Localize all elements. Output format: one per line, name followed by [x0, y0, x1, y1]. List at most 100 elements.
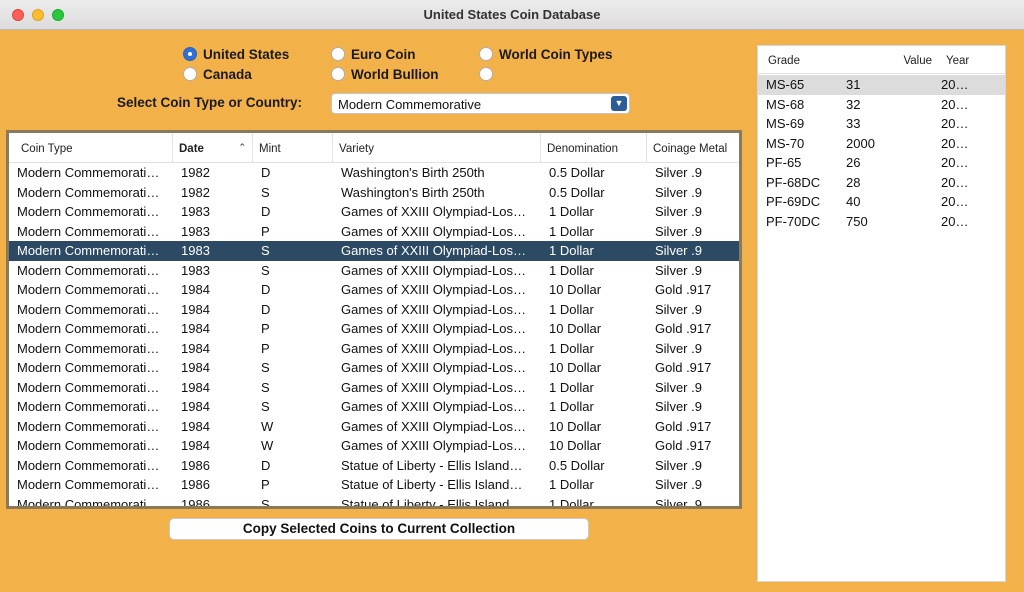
- cell-variety: Washington's Birth 250th: [341, 184, 485, 200]
- table-row[interactable]: Modern Commemorati… 1982 D Washington's Bir…: [9, 163, 739, 183]
- cell-date: 1984: [181, 438, 210, 453]
- cell-variety: Games of XXIII Olympiad-Los…: [341, 418, 526, 434]
- sort-ascending-icon: ⌃: [238, 142, 246, 152]
- cell-date: 1984: [181, 301, 210, 317]
- cell-coin-type: Modern Commemorati…: [17, 262, 160, 278]
- cell-grade: MS-70: [766, 135, 805, 151]
- table-row[interactable]: Modern Commemorati… 1984 S Games of XXIII O…: [9, 397, 739, 417]
- radio-icon: [183, 67, 197, 81]
- grade-row[interactable]: PF-70DC 750 20…: [758, 212, 1005, 232]
- table-row[interactable]: Modern Commemorati… 1983 D Games of XXIII O…: [9, 202, 739, 222]
- radio-canada[interactable]: Canada: [183, 65, 252, 83]
- cell-variety: Washington's Birth 250th: [341, 165, 485, 180]
- cell-date: 1986: [181, 457, 210, 473]
- table-row[interactable]: Modern Commemorati… 1984 D Games of XXIII O…: [9, 300, 739, 320]
- cell-year: 20…: [941, 174, 969, 190]
- table-row[interactable]: Modern Commemorati… 1983 S Games of XXIII O…: [9, 241, 739, 261]
- cell-mint: S: [261, 379, 270, 395]
- column-header-denomination[interactable]: Denomination: [541, 133, 647, 163]
- cell-coinage-metal: Gold .917: [655, 321, 712, 336]
- table-row[interactable]: Modern Commemorati… 1986 P Statue of Libert…: [9, 475, 739, 495]
- table-row[interactable]: Modern Commemorati… 1984 P Games of XXIII O…: [9, 319, 739, 339]
- cell-coinage-metal: Silver .9: [655, 477, 702, 492]
- cell-mint: W: [261, 438, 274, 453]
- cell-mint: D: [261, 301, 271, 317]
- cell-date: 1984: [181, 418, 210, 434]
- table-row[interactable]: Modern Commemorati… 1986 S Statue of Libert…: [9, 495, 739, 509]
- cell-coin-type: Modern Commemorati…: [17, 223, 160, 239]
- radio-label: Canada: [203, 66, 252, 82]
- cell-grade: MS-69: [766, 116, 805, 131]
- grades-table: Grade Value Year MS-65 31 20… MS-68 32 20… MS-…: [757, 45, 1006, 582]
- cell-coin-type: Modern Commemorati…: [17, 360, 160, 375]
- column-header-value[interactable]: Value: [902, 46, 932, 74]
- grade-row[interactable]: PF-65 26 20…: [758, 153, 1005, 173]
- column-header-date[interactable]: Date ⌃: [173, 133, 253, 163]
- cell-grade: PF-65: [766, 155, 802, 170]
- cell-denomination: 1 Dollar: [549, 243, 594, 258]
- radio-unlabeled[interactable]: [479, 65, 499, 83]
- cell-mint: D: [261, 165, 271, 180]
- cell-date: 1983: [181, 223, 210, 239]
- column-header-mint[interactable]: Mint: [253, 133, 333, 163]
- cell-denomination: 0.5 Dollar: [549, 165, 605, 180]
- cell-mint: D: [261, 282, 271, 297]
- grade-row[interactable]: PF-68DC 28 20…: [758, 173, 1005, 193]
- column-header-coinage-metal[interactable]: Coinage Metal: [647, 133, 739, 163]
- cell-mint: S: [261, 496, 270, 509]
- table-row[interactable]: Modern Commemorati… 1984 W Games of XXIII O…: [9, 417, 739, 437]
- table-row[interactable]: Modern Commemorati… 1983 S Games of XXIII O…: [9, 261, 739, 281]
- cell-coinage-metal: Silver .9: [655, 379, 702, 395]
- cell-coin-type: Modern Commemorati…: [17, 496, 160, 509]
- grade-row[interactable]: MS-68 32 20…: [758, 95, 1005, 115]
- table-row[interactable]: Modern Commemorati… 1984 D Games of XXIII O…: [9, 280, 739, 300]
- cell-coin-type: Modern Commemorati…: [17, 457, 160, 473]
- cell-variety: Games of XXIII Olympiad-Los…: [341, 223, 526, 239]
- cell-variety: Games of XXIII Olympiad-Los…: [341, 379, 526, 395]
- coin-type-select[interactable]: Modern Commemorative ▼: [331, 93, 630, 114]
- column-header-variety[interactable]: Variety: [333, 133, 541, 163]
- radio-label: World Coin Types: [499, 46, 613, 62]
- grade-row[interactable]: MS-70 2000 20…: [758, 134, 1005, 154]
- grade-row[interactable]: MS-65 31 20…: [758, 75, 1005, 95]
- cell-value: 750: [846, 213, 868, 229]
- cell-denomination: 10 Dollar: [549, 282, 602, 297]
- cell-grade: MS-65: [766, 77, 805, 92]
- radio-label: United States: [203, 46, 290, 62]
- table-row[interactable]: Modern Commemorati… 1986 D Statue of Libert…: [9, 456, 739, 476]
- cell-coin-type: Modern Commemorati…: [17, 165, 160, 180]
- cell-value: 28: [846, 174, 861, 190]
- cell-denomination: 1 Dollar: [549, 204, 594, 219]
- cell-coinage-metal: Silver .9: [655, 399, 702, 414]
- chevron-down-icon[interactable]: ▼: [611, 96, 627, 111]
- cell-denomination: 10 Dollar: [549, 438, 602, 453]
- radio-euro-coin[interactable]: Euro Coin: [331, 45, 416, 63]
- radio-selected-icon: [183, 47, 197, 61]
- cell-mint: S: [261, 262, 270, 278]
- table-row[interactable]: Modern Commemorati… 1982 S Washington's Bir…: [9, 183, 739, 203]
- column-header-year[interactable]: Year: [946, 46, 969, 74]
- radio-world-bullion[interactable]: World Bullion: [331, 65, 439, 83]
- cell-year: 20…: [941, 155, 969, 170]
- table-row[interactable]: Modern Commemorati… 1984 S Games of XXIII O…: [9, 378, 739, 398]
- cell-coinage-metal: Gold .917: [655, 418, 712, 434]
- radio-icon: [331, 47, 345, 61]
- radio-label: World Bullion: [351, 66, 439, 82]
- table-row[interactable]: Modern Commemorati… 1984 W Games of XXIII O…: [9, 436, 739, 456]
- grade-row[interactable]: MS-69 33 20…: [758, 114, 1005, 134]
- cell-mint: S: [261, 360, 270, 375]
- table-row[interactable]: Modern Commemorati… 1984 S Games of XXIII O…: [9, 358, 739, 378]
- grade-row[interactable]: PF-69DC 40 20…: [758, 192, 1005, 212]
- radio-icon: [331, 67, 345, 81]
- copy-selected-coins-button[interactable]: Copy Selected Coins to Current Collectio…: [169, 518, 589, 540]
- table-row[interactable]: Modern Commemorati… 1984 P Games of XXIII O…: [9, 339, 739, 359]
- table-row[interactable]: Modern Commemorati… 1983 P Games of XXIII O…: [9, 222, 739, 242]
- radio-united-states[interactable]: United States: [183, 45, 289, 63]
- cell-coin-type: Modern Commemorati…: [17, 282, 160, 297]
- cell-coinage-metal: Silver .9: [655, 243, 702, 258]
- column-header-coin-type[interactable]: Coin Type: [15, 133, 173, 163]
- column-header-grade[interactable]: Grade: [768, 46, 800, 74]
- cell-denomination: 10 Dollar: [549, 360, 602, 375]
- cell-coinage-metal: Silver .9: [655, 184, 702, 200]
- radio-world-coin-types[interactable]: World Coin Types: [479, 45, 613, 63]
